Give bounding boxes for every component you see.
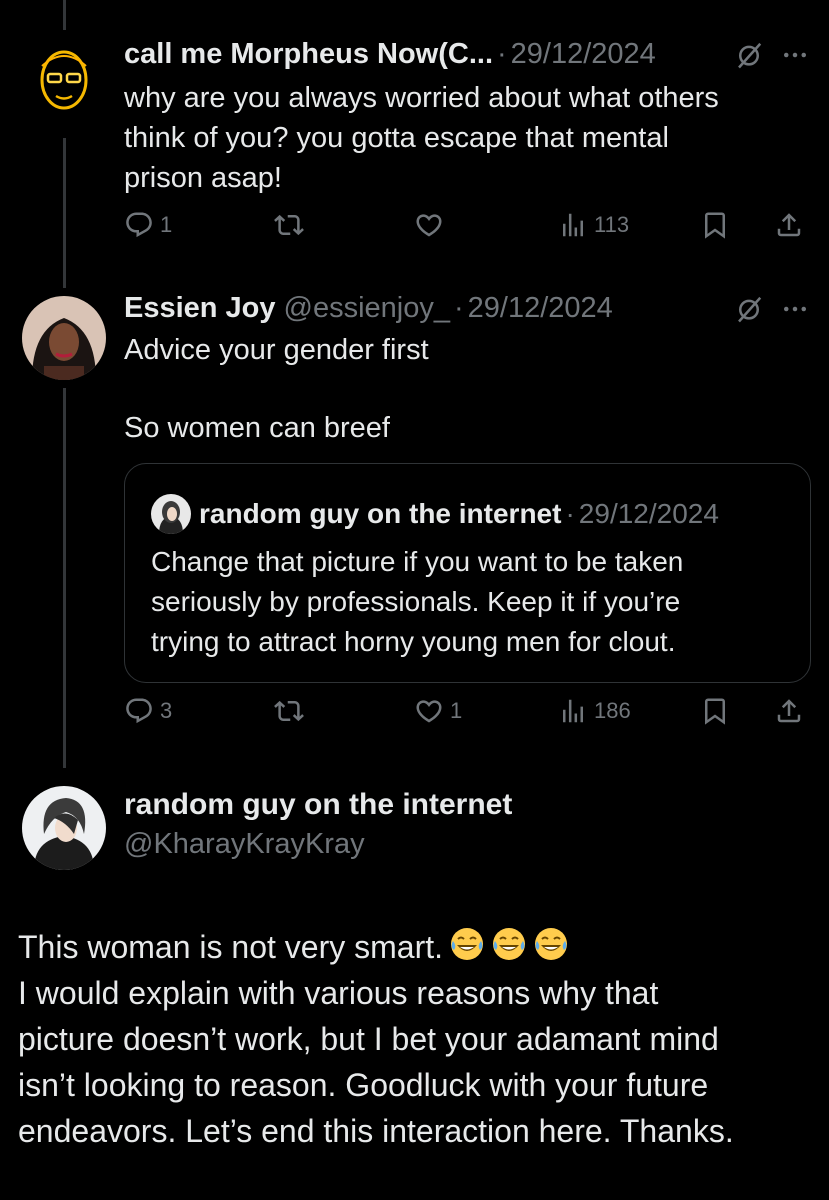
grok-icon[interactable] [734, 40, 764, 70]
bookmark-icon [700, 696, 730, 726]
main-tweet-text: This woman is not very smart. I would ex… [18, 924, 818, 1154]
quote-text-line: seriously by professionals. Keep it if y… [151, 586, 681, 617]
retweet-icon [274, 696, 304, 726]
tweet-actions: 3 1 186 [124, 696, 810, 736]
tweet-text-line: prison asap! [124, 162, 282, 194]
face-with-tears-of-joy-icon [533, 926, 569, 962]
share-button[interactable] [774, 210, 804, 240]
separator: · [565, 498, 575, 529]
thread-line [63, 138, 66, 288]
reply-icon [124, 210, 154, 240]
reply-count: 3 [160, 698, 173, 723]
author-handle[interactable]: @essienjoy_ [284, 292, 450, 325]
thread-line [63, 388, 66, 768]
quote-text: Change that picture if you want to be ta… [151, 542, 791, 662]
main-text-line: I would explain with various reasons why… [18, 975, 659, 1011]
face-with-tears-of-joy-icon [491, 926, 527, 962]
quote-avatar [151, 494, 191, 534]
emoji-group [443, 926, 569, 962]
like-icon [414, 696, 444, 726]
main-author-handle[interactable]: @KharayKrayKray [124, 828, 365, 861]
quote-text-line: trying to attract horny young men for cl… [151, 626, 676, 657]
views-button[interactable]: 113 [558, 210, 629, 240]
reply-icon [124, 696, 154, 726]
views-icon [558, 210, 588, 240]
main-text-line: picture doesn’t work, but I bet your ada… [18, 1021, 719, 1057]
views-button[interactable]: 186 [558, 696, 631, 726]
main-text-line: This woman is not very smart. [18, 929, 443, 965]
main-text-line: isn’t looking to reason. Goodluck with y… [18, 1067, 709, 1103]
like-button[interactable] [414, 210, 444, 240]
avatar-essien-joy[interactable] [22, 296, 106, 380]
retweet-icon [274, 210, 304, 240]
bookmark-icon [700, 210, 730, 240]
tweet-text-line: Advice your gender first [124, 334, 429, 366]
tweet-text-line: why are you always worried about what ot… [124, 82, 719, 114]
like-button[interactable]: 1 [414, 696, 462, 726]
quote-author-name: random guy on the internet [199, 498, 562, 529]
quoted-tweet[interactable]: random guy on the internet · 29/12/2024 … [124, 463, 811, 683]
tweet-header-actions [734, 294, 810, 324]
views-icon [558, 696, 588, 726]
tweet-text-line: think of you? you gotta escape that ment… [124, 122, 669, 154]
tweet-actions: 1 113 [124, 210, 810, 250]
like-icon [414, 210, 444, 240]
face-with-tears-of-joy-icon [449, 926, 485, 962]
reply-button[interactable]: 3 [124, 696, 172, 726]
tweet-header: call me Morpheus Now(C... · 29/12/2024 [124, 38, 656, 71]
main-author-name[interactable]: random guy on the internet [124, 788, 512, 822]
share-icon [774, 210, 804, 240]
tweet-header-actions [734, 40, 810, 70]
bookmark-button[interactable] [700, 696, 730, 726]
tweet-date[interactable]: 29/12/2024 [468, 292, 613, 325]
separator: · [454, 292, 464, 324]
author-name[interactable]: Essien Joy [124, 292, 276, 325]
thread-line [63, 0, 66, 30]
tweet-text: why are you always worried about what ot… [124, 78, 719, 198]
tweet-date[interactable]: 29/12/2024 [511, 38, 656, 71]
like-count: 1 [450, 698, 463, 723]
quote-date: 29/12/2024 [578, 498, 719, 529]
avatar-morpheus[interactable] [22, 36, 106, 120]
grok-icon[interactable] [734, 294, 764, 324]
author-name[interactable]: call me Morpheus Now(C... [124, 38, 493, 71]
tweet-text: So women can breef [124, 408, 390, 448]
share-button[interactable] [774, 696, 804, 726]
tweet-text-line: So women can breef [124, 412, 390, 444]
avatar-main-author[interactable] [22, 786, 106, 870]
retweet-button[interactable] [274, 210, 304, 240]
main-text-line: endeavors. Let’s end this interaction he… [18, 1113, 734, 1149]
more-icon[interactable] [780, 40, 810, 70]
quote-header: random guy on the internet · 29/12/2024 [151, 494, 719, 534]
reply-count: 1 [160, 212, 173, 237]
more-icon[interactable] [780, 294, 810, 324]
separator: · [497, 38, 507, 70]
tweet-text: Advice your gender first [124, 330, 429, 370]
share-icon [774, 696, 804, 726]
views-count: 186 [594, 698, 631, 723]
bookmark-button[interactable] [700, 210, 730, 240]
views-count: 113 [594, 212, 630, 237]
tweet-header: Essien Joy @essienjoy_ · 29/12/2024 [124, 292, 613, 325]
quote-text-line: Change that picture if you want to be ta… [151, 546, 684, 577]
retweet-button[interactable] [274, 696, 304, 726]
reply-button[interactable]: 1 [124, 210, 172, 240]
